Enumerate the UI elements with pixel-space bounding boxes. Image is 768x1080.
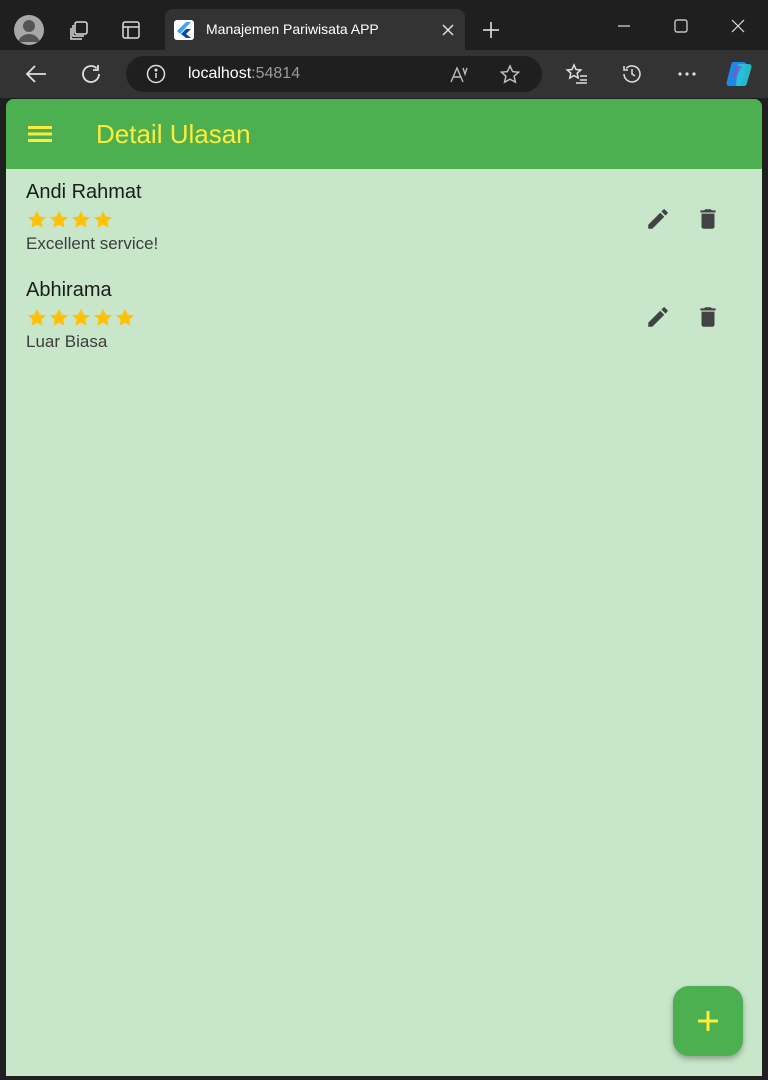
history-icon[interactable] [614, 56, 650, 92]
review-item: Abhirama Luar Biasa [6, 279, 762, 369]
star-icon [92, 307, 114, 329]
copilot-icon[interactable] [721, 56, 757, 92]
review-comment: Excellent service! [26, 234, 159, 253]
browser-toolbar: localhost:54814 [0, 50, 768, 98]
menu-icon[interactable] [24, 119, 56, 149]
back-icon[interactable] [18, 56, 54, 92]
address-port: :54814 [251, 65, 301, 82]
app-viewport: Detail Ulasan Andi Rahmat Excellent serv… [6, 99, 762, 1076]
star-icon [48, 209, 70, 231]
plus-icon [698, 1011, 718, 1031]
maximize-icon[interactable] [663, 8, 699, 44]
favorites-icon[interactable] [559, 56, 595, 92]
review-item: Andi Rahmat Excellent service! [6, 181, 762, 271]
rating-stars [26, 307, 136, 329]
address-url: localhost:54814 [188, 65, 300, 83]
star-icon [26, 209, 48, 231]
app-bar: Detail Ulasan [6, 99, 762, 169]
add-review-button[interactable] [673, 986, 743, 1056]
delete-icon[interactable] [692, 301, 724, 333]
info-icon[interactable] [146, 64, 166, 84]
page-title: Detail Ulasan [96, 119, 251, 149]
browser-tab[interactable]: Manajemen Pariwisata APP [165, 9, 465, 51]
reviewer-name: Andi Rahmat [26, 181, 142, 203]
star-icon [26, 307, 48, 329]
edit-icon[interactable] [642, 301, 674, 333]
window-close-icon[interactable] [720, 8, 756, 44]
new-tab-icon[interactable] [473, 12, 509, 48]
reviewer-name: Abhirama [26, 279, 112, 301]
rating-stars [26, 209, 114, 231]
star-icon [70, 209, 92, 231]
address-bar[interactable]: localhost:54814 [126, 56, 542, 92]
profile-icon[interactable] [14, 15, 44, 45]
star-icon [48, 307, 70, 329]
read-aloud-icon[interactable] [448, 63, 472, 87]
close-icon[interactable] [437, 19, 459, 41]
star-icon [92, 209, 114, 231]
address-host: localhost [188, 65, 252, 82]
more-icon[interactable] [669, 56, 705, 92]
star-icon [70, 307, 92, 329]
star-icon [114, 307, 136, 329]
flutter-favicon [174, 20, 194, 40]
refresh-icon[interactable] [73, 56, 109, 92]
minimize-icon[interactable] [606, 8, 642, 44]
delete-icon[interactable] [692, 203, 724, 235]
workspaces-icon[interactable] [61, 12, 97, 48]
review-comment: Luar Biasa [26, 332, 108, 351]
favorite-icon[interactable] [498, 63, 522, 87]
tab-actions-icon[interactable] [113, 12, 149, 48]
tab-title: Manajemen Pariwisata APP [206, 21, 379, 37]
browser-title-bar: Manajemen Pariwisata APP [0, 0, 768, 51]
edit-icon[interactable] [642, 203, 674, 235]
